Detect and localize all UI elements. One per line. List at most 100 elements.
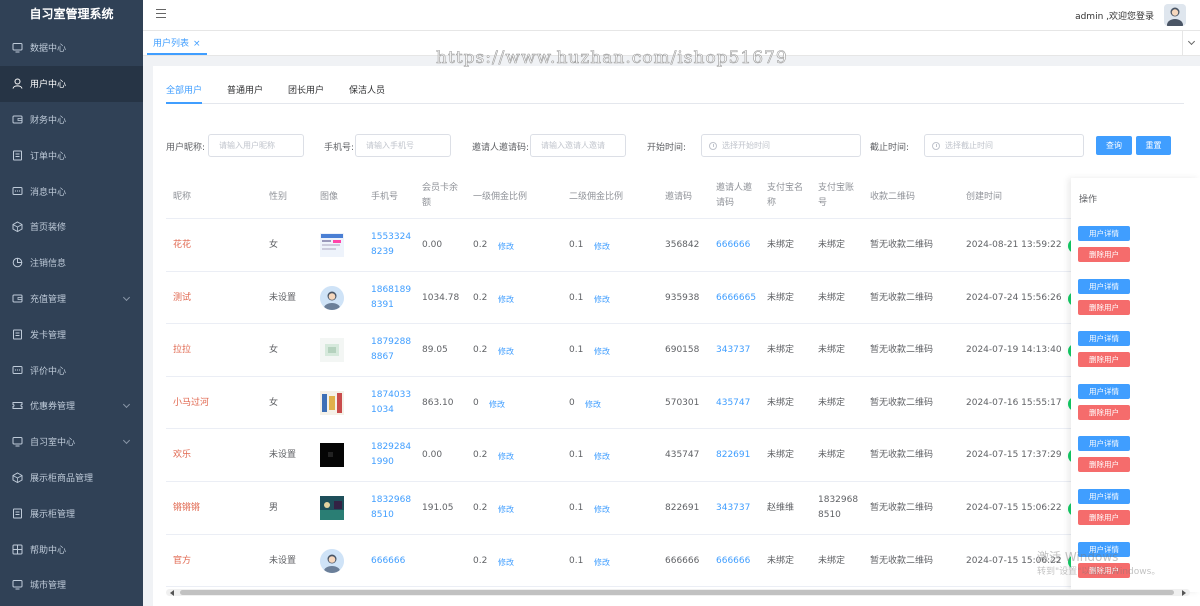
modify-commission-1-link[interactable]: 修改 xyxy=(498,555,514,570)
sidebar-item-label: 注销信息 xyxy=(30,259,67,270)
user-detail-button[interactable]: 用户详情 xyxy=(1078,278,1130,294)
sidebar-item[interactable]: 数据中心 xyxy=(0,30,143,66)
cell-inviter-code[interactable]: 822691 xyxy=(716,448,750,463)
sidebar-item[interactable]: 评价中心 xyxy=(0,352,143,388)
cell-alipay-account: 未绑定 xyxy=(818,292,846,303)
modify-commission-2-link[interactable]: 修改 xyxy=(594,555,610,570)
hamburger-icon[interactable] xyxy=(156,9,166,19)
query-button[interactable]: 查询 xyxy=(1096,136,1132,155)
close-icon[interactable]: × xyxy=(193,39,201,49)
col-inviter-line2: 请码 xyxy=(716,198,735,208)
sidebar-item-label: 展示柜管理 xyxy=(30,509,76,520)
sidebar-item[interactable]: 展示柜商品管理 xyxy=(0,460,143,496)
modify-commission-1-link[interactable]: 修改 xyxy=(498,292,514,307)
modify-commission-1-link[interactable]: 修改 xyxy=(489,397,505,412)
modify-commission-1-link[interactable]: 修改 xyxy=(498,239,514,254)
cell-phone[interactable]: 1832968 8510 xyxy=(371,493,411,523)
sidebar-item[interactable]: 消息中心 xyxy=(0,173,143,209)
cell-nickname[interactable]: 官方 xyxy=(173,554,191,569)
modify-commission-1-link[interactable]: 修改 xyxy=(498,449,514,464)
document-icon xyxy=(12,329,23,340)
cell-alipay-name: 未绑定 xyxy=(767,555,795,566)
user-detail-button[interactable]: 用户详情 xyxy=(1078,436,1130,452)
user-avatar-image xyxy=(320,390,344,415)
tags-view: 用户列表 × xyxy=(143,30,1200,56)
cell-phone[interactable]: 1874033 1034 xyxy=(371,388,411,418)
invite-code-input[interactable]: 请输入邀请人邀请 xyxy=(530,134,626,157)
avatar[interactable] xyxy=(1164,4,1186,26)
tab-leader-users[interactable]: 团长用户 xyxy=(288,80,324,104)
delete-user-button[interactable]: 删除用户 xyxy=(1078,299,1130,315)
sidebar-item[interactable]: 发卡管理 xyxy=(0,316,143,352)
modify-commission-1-link[interactable]: 修改 xyxy=(498,502,514,517)
scrollbar-thumb[interactable] xyxy=(180,590,1174,595)
scroll-right-icon[interactable] xyxy=(1182,590,1186,596)
delete-user-button[interactable]: 删除用户 xyxy=(1078,404,1130,420)
cell-inviter-code[interactable]: 666666 xyxy=(716,238,750,253)
sidebar-item[interactable]: 用户中心 xyxy=(0,65,143,102)
cell-phone[interactable]: 1868189 8391 xyxy=(371,283,411,313)
end-time-picker[interactable]: 选择截止时间 xyxy=(924,134,1084,157)
modify-commission-2-link[interactable]: 修改 xyxy=(594,292,610,307)
cell-inviter-code[interactable]: 343737 xyxy=(716,501,750,516)
scroll-left-icon[interactable] xyxy=(170,590,174,596)
end-time-placeholder: 选择截止时间 xyxy=(945,141,993,150)
cell-nickname[interactable]: 花花 xyxy=(173,238,191,253)
modify-commission-2-link[interactable]: 修改 xyxy=(594,239,610,254)
tab-normal-users[interactable]: 普通用户 xyxy=(227,80,263,104)
modify-commission-2-link[interactable]: 修改 xyxy=(594,449,610,464)
phone-input[interactable]: 请输入手机号 xyxy=(355,134,451,157)
cell-nickname[interactable]: 小马过河 xyxy=(173,396,209,411)
cell-nickname[interactable]: 锵锵锵 xyxy=(173,501,200,516)
cell-inviter-code[interactable]: 435747 xyxy=(716,396,750,411)
modify-commission-2-link[interactable]: 修改 xyxy=(585,397,601,412)
cell-nickname[interactable]: 欢乐 xyxy=(173,448,191,463)
delete-user-button[interactable]: 删除用户 xyxy=(1078,510,1130,525)
sidebar-item[interactable]: 优惠券管理 xyxy=(0,388,143,424)
cell-inviter-code[interactable]: 666666 xyxy=(716,554,750,569)
user-detail-button[interactable]: 用户详情 xyxy=(1078,383,1130,399)
tab-user-list[interactable]: 用户列表 × xyxy=(147,33,207,55)
tab-all-users[interactable]: 全部用户 xyxy=(166,80,203,104)
start-time-picker[interactable]: 选择开始时间 xyxy=(701,134,861,157)
chevron-down-icon[interactable] xyxy=(1182,31,1200,55)
sidebar-item[interactable]: 财务中心 xyxy=(0,102,143,138)
reset-button[interactable]: 重置 xyxy=(1136,136,1171,155)
cell-phone[interactable]: 666666 xyxy=(371,554,405,569)
modify-commission-1-link[interactable]: 修改 xyxy=(498,344,514,359)
sidebar-item[interactable]: 帮助中心 xyxy=(0,531,143,567)
tab-cleaners[interactable]: 保洁人员 xyxy=(349,80,385,104)
cell-invite-code: 935938 xyxy=(665,292,700,303)
cell-alipay-account: 未绑定 xyxy=(818,345,846,356)
delete-user-button[interactable]: 删除用户 xyxy=(1078,247,1130,262)
delete-user-button[interactable]: 删除用户 xyxy=(1078,352,1130,368)
horizontal-scrollbar[interactable] xyxy=(166,589,1190,596)
sidebar-item[interactable]: 城市管理 xyxy=(0,567,143,603)
cell-commission-1: 0.2 xyxy=(473,240,488,250)
cell-inviter-code[interactable]: 6666665 xyxy=(716,291,756,306)
modify-commission-2-link[interactable]: 修改 xyxy=(594,502,610,517)
user-detail-button[interactable]: 用户详情 xyxy=(1078,226,1130,241)
sidebar-item[interactable]: 充值管理 xyxy=(0,281,143,317)
cell-nickname[interactable]: 测试 xyxy=(173,291,191,306)
cell-phone[interactable]: 1553324 8239 xyxy=(371,230,411,260)
sidebar-item[interactable]: 首页装修 xyxy=(0,209,143,245)
sidebar-item[interactable]: 注销信息 xyxy=(0,245,143,281)
sidebar-item-label: 城市管理 xyxy=(30,581,67,592)
user-detail-button[interactable]: 用户详情 xyxy=(1078,489,1130,504)
cell-inviter-code[interactable]: 343737 xyxy=(716,343,750,358)
modify-commission-2-link[interactable]: 修改 xyxy=(594,344,610,359)
col-inviter-line1: 邀请人邀 xyxy=(716,183,753,193)
nickname-input[interactable]: 请输入用户昵称 xyxy=(208,134,304,157)
cell-nickname[interactable]: 拉拉 xyxy=(173,343,191,358)
cell-phone[interactable]: 1829284 1990 xyxy=(371,440,411,470)
delete-user-button[interactable]: 删除用户 xyxy=(1078,457,1130,473)
sidebar-item[interactable]: 展示柜管理 xyxy=(0,495,143,531)
sidebar: 自习室管理系统 数据中心 用户中心 财务中心 订单中心 消息中心 首页装修 注销信息 充值管理… xyxy=(0,0,143,606)
cell-commission-2: 0.1 xyxy=(569,345,584,356)
user-detail-button[interactable]: 用户详情 xyxy=(1078,331,1130,347)
cell-phone[interactable]: 1879288 8867 xyxy=(371,335,411,365)
cell-invite-code: 435747 xyxy=(665,450,700,461)
sidebar-item[interactable]: 订单中心 xyxy=(0,137,143,173)
sidebar-item[interactable]: 自习室中心 xyxy=(0,424,143,460)
